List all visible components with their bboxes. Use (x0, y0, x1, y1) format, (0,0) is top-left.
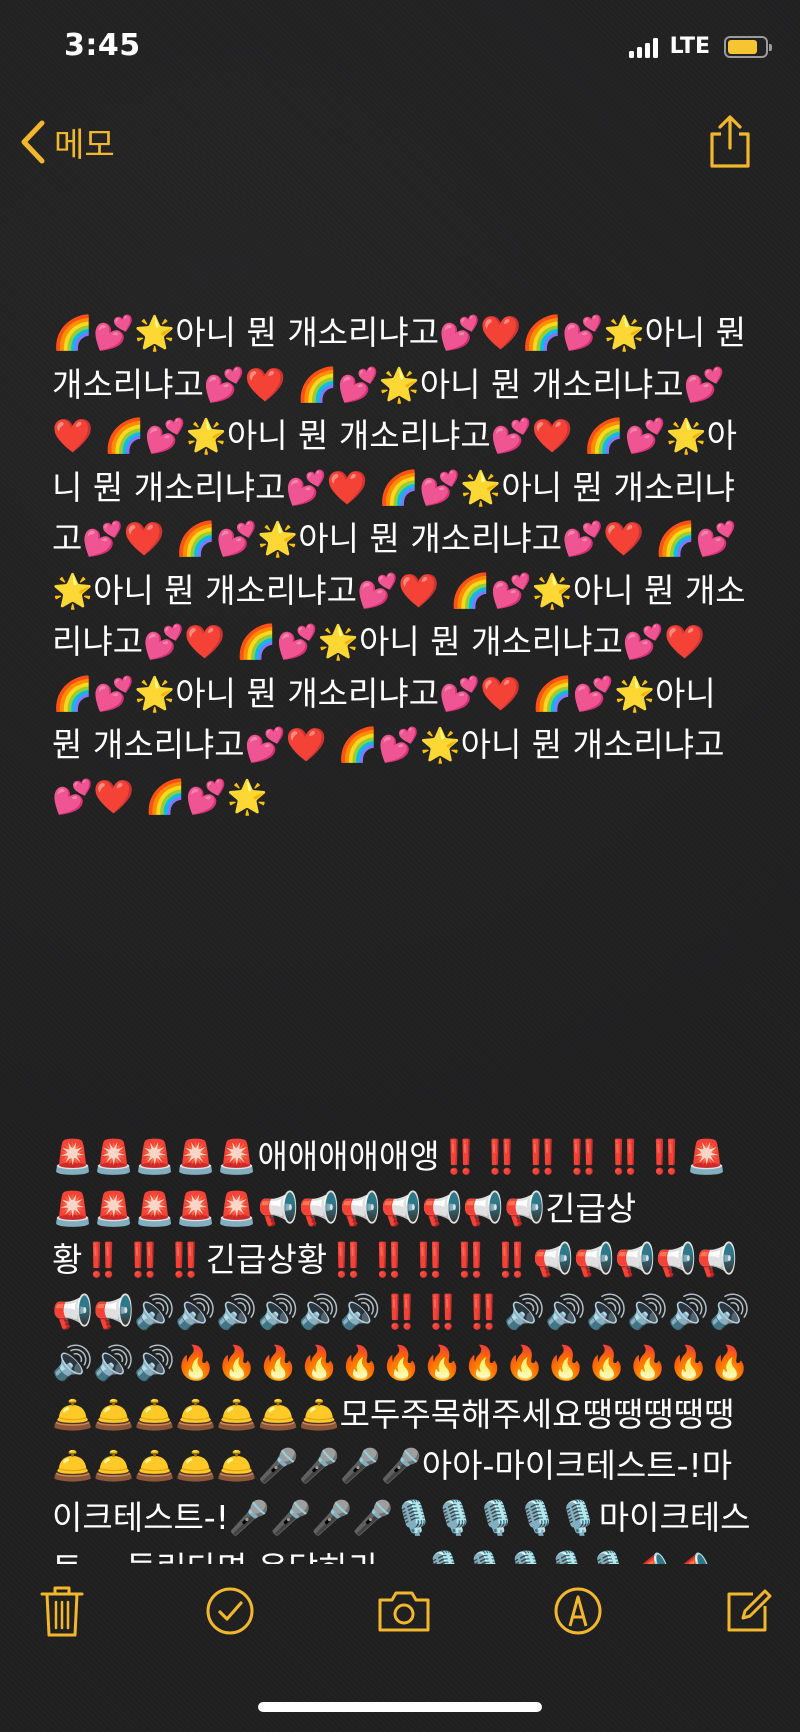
checkmark-circle-icon (206, 1587, 254, 1635)
network-type: LTE (669, 34, 710, 59)
note-paragraph-1: 🌈💕🌟아니 뭔 개소리냐고💕❤️🌈💕🌟아니 뭔 개소리냐고💕❤️ 🌈💕🌟아니 뭔… (52, 313, 747, 816)
compose-button[interactable] (718, 1578, 778, 1644)
battery-icon (724, 35, 772, 58)
share-icon (710, 115, 750, 168)
status-indicators: LTE (628, 34, 772, 59)
note-paragraph-2: 🚨🚨🚨🚨🚨애애애애애앵‼️‼️‼️‼️‼️‼️🚨🚨🚨🚨🚨🚨📢📢📢📢📢📢📢긴급상황… (52, 1137, 751, 1564)
status-time: 3:45 (64, 28, 141, 63)
share-button[interactable] (704, 114, 756, 170)
checklist-button[interactable] (200, 1578, 260, 1644)
home-indicator[interactable] (258, 1702, 542, 1712)
cellular-signal-icon (628, 36, 658, 58)
status-bar: 3:45 LTE (0, 0, 800, 96)
markup-button[interactable] (548, 1578, 608, 1644)
markup-pen-icon (554, 1587, 602, 1635)
navigation-bar: 메모 (0, 100, 800, 184)
chevron-left-icon (21, 120, 45, 164)
trash-icon (40, 1586, 84, 1637)
delete-button[interactable] (32, 1578, 92, 1644)
battery-fill (728, 39, 757, 54)
bottom-toolbar (0, 1578, 800, 1648)
back-label: 메모 (54, 125, 115, 164)
note-text-area[interactable]: 🌈💕🌟아니 뭔 개소리냐고💕❤️🌈💕🌟아니 뭔 개소리냐고💕❤️ 🌈💕🌟아니 뭔… (52, 204, 752, 1564)
back-button[interactable]: 메모 (18, 118, 115, 166)
camera-button[interactable] (374, 1578, 434, 1644)
camera-icon (378, 1591, 430, 1632)
note-blank-lines (52, 925, 752, 1028)
compose-icon (727, 1589, 772, 1632)
